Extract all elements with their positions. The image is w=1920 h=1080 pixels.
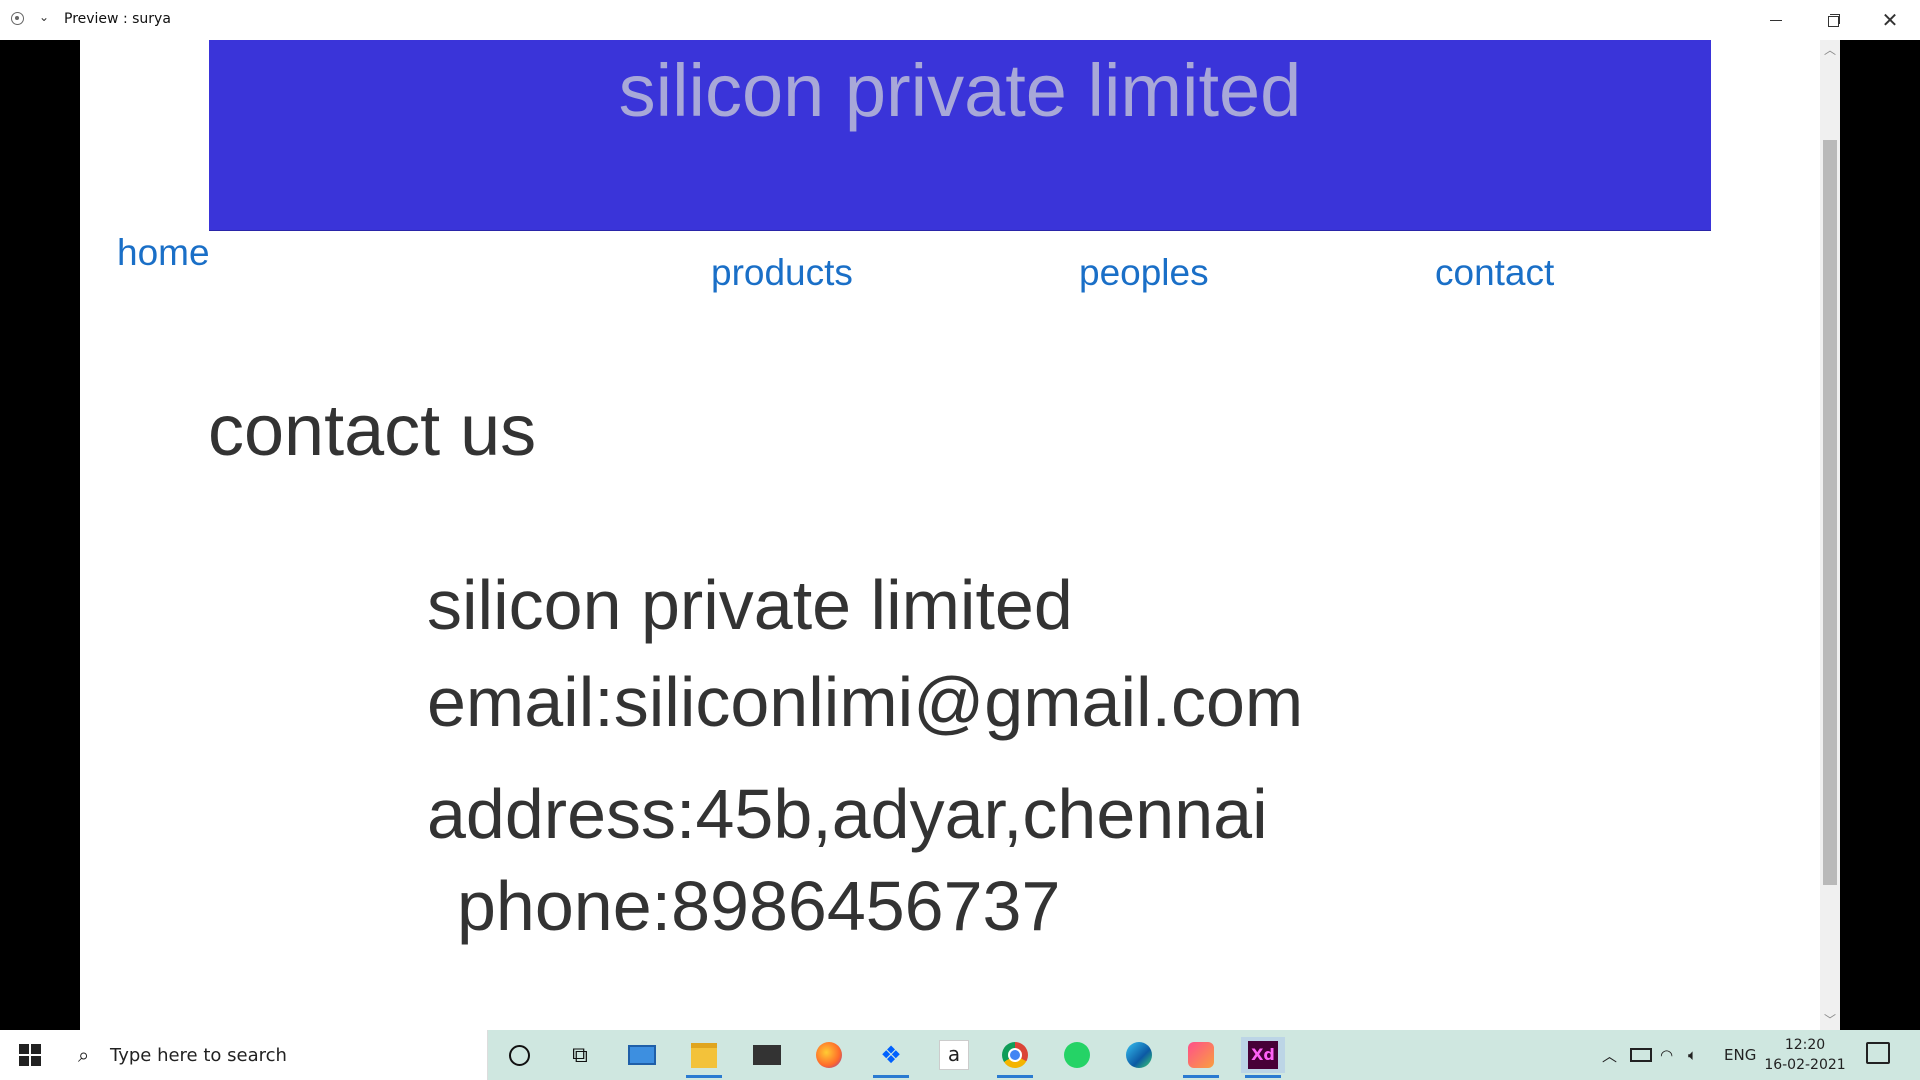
contact-phone: phone:8986456737: [457, 867, 1061, 945]
taskbar: ⌕ Type here to search ⧉ ❖ a Xd ︿ ◠ 🔈︎ EN…: [0, 1030, 1920, 1080]
volume-icon[interactable]: 🔈︎: [1688, 1030, 1697, 1080]
file-explorer-icon[interactable]: [682, 1037, 726, 1078]
clock-time: 12:20: [1784, 1037, 1826, 1053]
mail-icon[interactable]: [745, 1037, 789, 1073]
whatsapp-icon[interactable]: [1055, 1037, 1099, 1073]
firefox-icon[interactable]: [807, 1037, 851, 1073]
nav-link-contact[interactable]: contact: [1435, 252, 1554, 294]
contact-email: email:siliconlimi@gmail.com: [427, 663, 1304, 741]
window-title-bar: ⌄ Preview : surya ✕: [0, 0, 1920, 40]
wifi-icon[interactable]: ◠: [1660, 1030, 1673, 1080]
scroll-up-icon[interactable]: ︿: [1820, 40, 1840, 60]
adobe-xd-icon[interactable]: Xd: [1241, 1037, 1285, 1078]
chrome-icon[interactable]: [993, 1037, 1037, 1078]
taskbar-search[interactable]: ⌕ Type here to search: [60, 1030, 488, 1080]
chevron-up-icon: ︿: [1602, 1046, 1618, 1065]
amazon-icon[interactable]: a: [932, 1037, 976, 1073]
start-button[interactable]: [0, 1030, 60, 1080]
clock-date: 16-02-2021: [1764, 1057, 1846, 1073]
computer-icon[interactable]: [620, 1037, 664, 1073]
window-title: Preview : surya: [64, 11, 171, 27]
company-name: silicon private limited: [427, 566, 1073, 644]
header-banner: silicon private limited: [209, 40, 1711, 230]
minimize-icon: [1770, 19, 1782, 21]
restore-button[interactable]: [1806, 0, 1862, 40]
close-icon: ✕: [1881, 8, 1899, 32]
restore-icon: [1828, 14, 1840, 27]
search-icon: ⌕: [78, 1043, 90, 1067]
site-title: silicon private limited: [618, 49, 1302, 132]
web-page: silicon private limited home products pe…: [80, 40, 1840, 1030]
minimize-button[interactable]: [1748, 0, 1804, 40]
battery-icon[interactable]: [1630, 1030, 1652, 1080]
close-button[interactable]: ✕: [1862, 0, 1918, 40]
creative-cloud-icon[interactable]: [1179, 1037, 1223, 1078]
windows-logo-icon: [19, 1044, 41, 1066]
dropbox-icon[interactable]: ❖: [869, 1037, 913, 1078]
system-clock[interactable]: 12:20 16-02-2021: [1760, 1035, 1850, 1075]
edge-icon[interactable]: [1117, 1037, 1161, 1073]
language-indicator[interactable]: ENG: [1724, 1030, 1756, 1080]
nav-link-peoples[interactable]: peoples: [1079, 252, 1209, 294]
show-hidden-icons[interactable]: ︿: [1602, 1030, 1617, 1080]
cortana-icon[interactable]: [497, 1037, 541, 1073]
chevron-down-icon[interactable]: ⌄: [39, 10, 49, 24]
nav-link-products[interactable]: products: [711, 252, 853, 294]
task-view-icon[interactable]: ⧉: [558, 1037, 602, 1073]
vertical-scrollbar[interactable]: ︿ ﹀: [1820, 40, 1840, 1030]
notifications-icon[interactable]: [1866, 1042, 1890, 1064]
scroll-down-icon[interactable]: ﹀: [1820, 1010, 1840, 1030]
scrollbar-thumb[interactable]: [1823, 140, 1837, 885]
contact-heading: contact us: [208, 391, 537, 471]
app-icon: [11, 12, 24, 25]
contact-address: address:45b,adyar,chennai: [427, 775, 1268, 853]
search-placeholder: Type here to search: [110, 1045, 287, 1066]
nav-link-home[interactable]: home: [117, 232, 210, 274]
